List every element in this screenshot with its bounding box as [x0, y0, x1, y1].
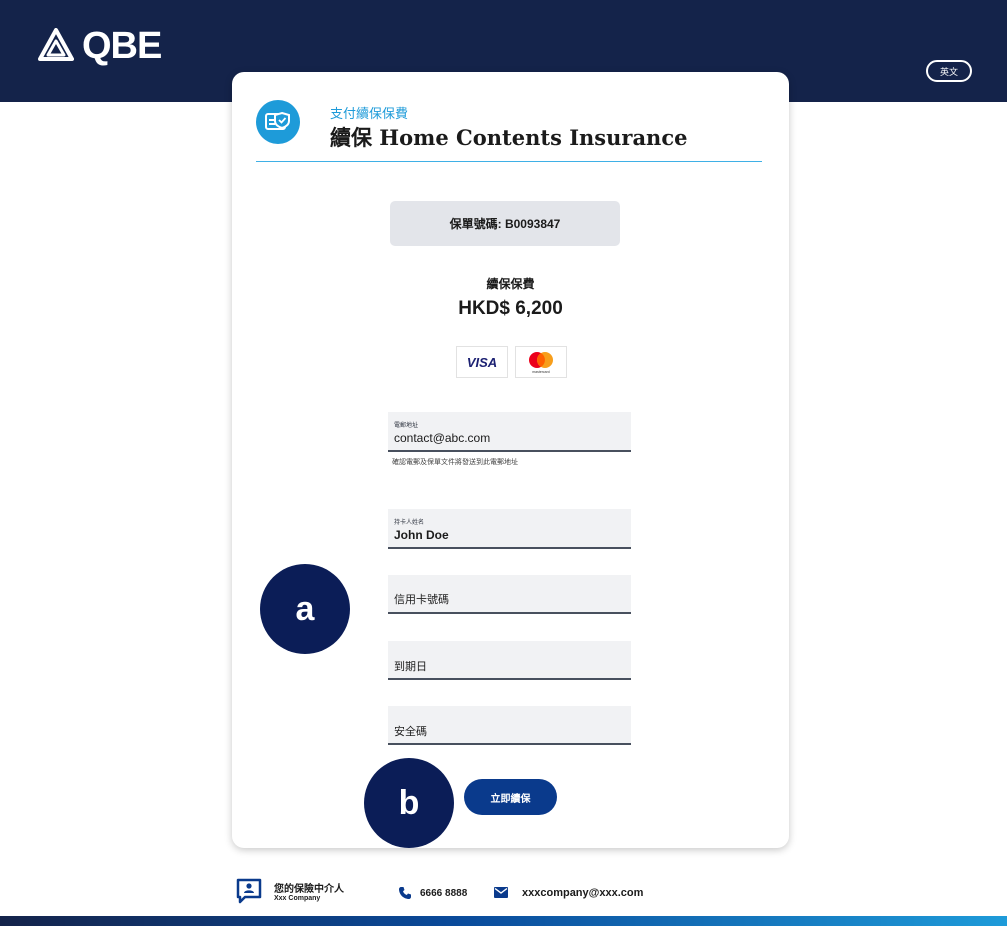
email-field[interactable]: 電郵地址 contact@abc.com — [388, 412, 631, 452]
policy-number-box: 保單號碼: B0093847 — [390, 201, 620, 246]
bottom-gradient-bar — [0, 916, 1007, 926]
card-number-placeholder: 信用卡號碼 — [394, 594, 449, 606]
email-hint: 確認電郵及保單文件將發送到此電郵地址 — [392, 459, 518, 466]
agent-label: 您的保險中介人 — [274, 884, 344, 895]
mastercard-caption: mastercard — [532, 370, 550, 374]
payment-card-icon — [256, 100, 300, 144]
expiry-date-field[interactable]: 到期日 — [388, 641, 631, 680]
cardholder-label: 持卡人姓名 — [394, 520, 425, 526]
email-label: 電郵地址 — [394, 423, 419, 429]
card-title: 續保 Home Contents Insurance — [330, 125, 688, 150]
email-value[interactable]: contact@abc.com — [394, 431, 490, 445]
card-header: 支付續保保費 續保 Home Contents Insurance — [256, 98, 762, 162]
expiry-placeholder: 到期日 — [394, 661, 427, 673]
agent-company: Xxx Company — [274, 895, 321, 902]
visa-logo-text: VISA — [466, 354, 498, 370]
agent-phone[interactable]: 6666 8888 — [420, 888, 467, 899]
agent-email[interactable]: xxxcompany@xxx.com — [522, 887, 643, 899]
security-code-field[interactable]: 安全碼 — [388, 706, 631, 745]
email-icon — [494, 887, 508, 898]
mastercard-circles-icon: mastercard — [529, 352, 553, 374]
agent-contact-icon — [236, 878, 262, 904]
security-code-placeholder: 安全碼 — [394, 726, 427, 738]
footer-contact: 您的保險中介人 Xxx Company 6666 8888 xxxcompany… — [0, 878, 1007, 908]
payment-card: 支付續保保費 續保 Home Contents Insurance 保單號碼: … — [232, 72, 789, 848]
qbe-emblem-icon — [38, 28, 74, 61]
mastercard-logo: mastercard — [515, 346, 567, 378]
cardholder-name-field[interactable]: 持卡人姓名 John Doe — [388, 509, 631, 549]
annotation-badge-b: b — [364, 758, 454, 848]
renew-now-button[interactable]: 立即續保 — [464, 779, 557, 815]
card-subtitle: 支付續保保費 — [330, 106, 409, 121]
qbe-logo[interactable]: QBE — [38, 25, 162, 67]
language-toggle-button[interactable]: 英文 — [926, 60, 972, 82]
annotation-badge-a: a — [260, 564, 350, 654]
phone-icon — [399, 887, 411, 899]
premium-label: 續保保費 — [486, 277, 535, 291]
card-number-field[interactable]: 信用卡號碼 — [388, 575, 631, 614]
cardholder-value[interactable]: John Doe — [394, 528, 449, 542]
brand-name: QBE — [82, 25, 162, 67]
visa-logo: VISA — [456, 346, 508, 378]
premium-amount: HKD$ 6,200 — [458, 298, 563, 319]
